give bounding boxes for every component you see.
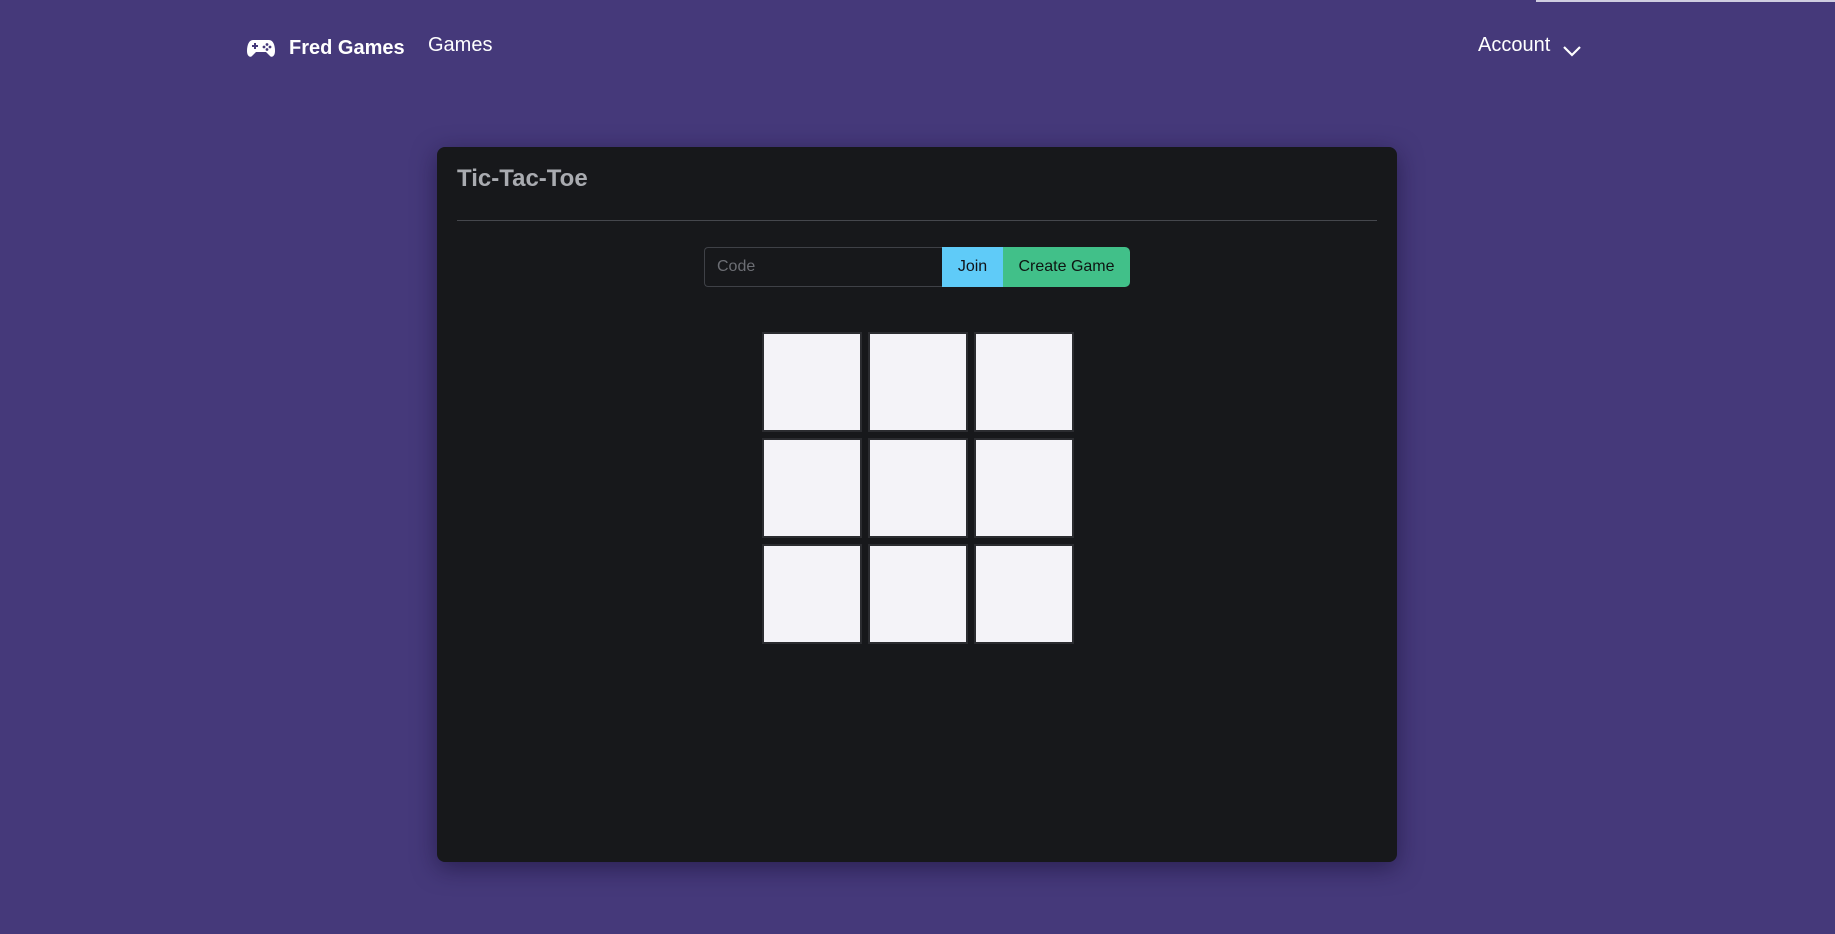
join-form: Join Create Game bbox=[704, 247, 1130, 287]
page-title: Tic-Tac-Toe bbox=[457, 165, 588, 192]
divider bbox=[457, 220, 1377, 221]
board-cell[interactable] bbox=[974, 544, 1074, 644]
account-label: Account bbox=[1478, 34, 1551, 56]
board-cell[interactable] bbox=[974, 438, 1074, 538]
chevron-down-icon bbox=[1562, 41, 1582, 57]
account-dropdown[interactable]: Account bbox=[1478, 34, 1582, 57]
join-button[interactable]: Join bbox=[942, 247, 1003, 287]
game-card: Tic-Tac-Toe Join Create Game bbox=[437, 147, 1397, 862]
board-cell[interactable] bbox=[974, 332, 1074, 432]
board-cell[interactable] bbox=[868, 332, 968, 432]
brand-label: Fred Games bbox=[289, 36, 405, 59]
board-cell[interactable] bbox=[762, 332, 862, 432]
code-input[interactable] bbox=[704, 247, 942, 287]
tic-tac-toe-board bbox=[762, 332, 1080, 650]
board-cell[interactable] bbox=[868, 544, 968, 644]
brand-link[interactable]: Fred Games bbox=[246, 33, 405, 63]
nav-games-link[interactable]: Games bbox=[428, 34, 492, 57]
board-cell[interactable] bbox=[868, 438, 968, 538]
board-cell[interactable] bbox=[762, 544, 862, 644]
gamepad-icon bbox=[246, 36, 276, 60]
create-game-button[interactable]: Create Game bbox=[1003, 247, 1130, 287]
page: Fred Games Games Account Tic-Tac-Toe Joi… bbox=[0, 0, 1835, 934]
navbar: Fred Games Games Account bbox=[0, 0, 1835, 94]
board-cell[interactable] bbox=[762, 438, 862, 538]
